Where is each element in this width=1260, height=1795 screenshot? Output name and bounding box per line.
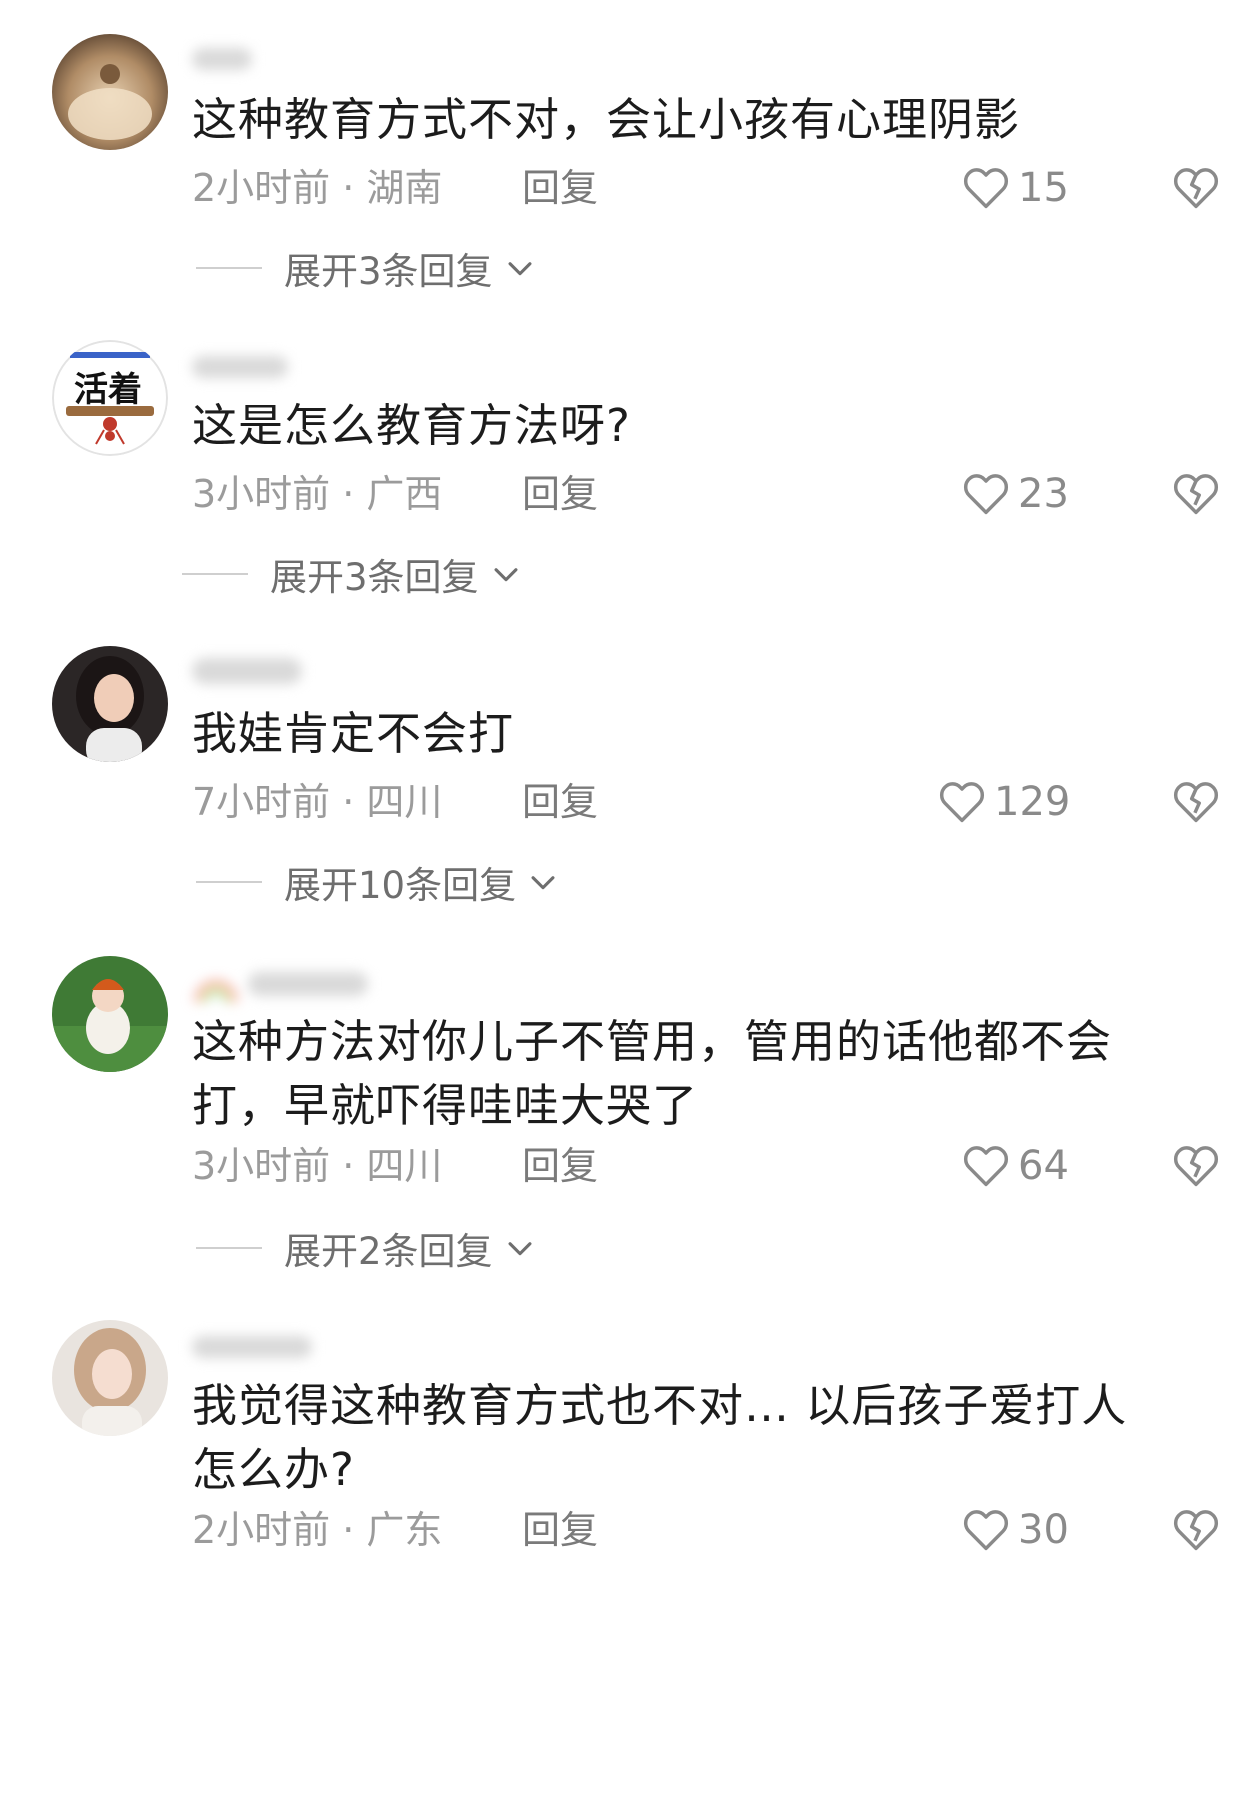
- broken-heart-icon: [1173, 782, 1219, 823]
- comment-text: 这种方法对你儿子不管用，管用的话他都不会 打，早就吓得哇哇大哭了: [192, 1010, 1192, 1138]
- comment-text-line: 打，早就吓得哇哇大哭了: [192, 1079, 699, 1132]
- username-blurred[interactable]: [192, 342, 382, 388]
- reply-button[interactable]: 回复: [522, 1136, 598, 1196]
- comment-text: 这是怎么教育方法呀?: [192, 399, 631, 452]
- comment-meta: 3小时前 · 广西 回复 23: [192, 464, 1222, 524]
- avatar[interactable]: [52, 34, 168, 150]
- comment-text-line: 这种方法对你儿子不管用，管用的话他都不会: [192, 1015, 1113, 1068]
- broken-heart-icon: [1173, 168, 1219, 209]
- avatar[interactable]: [52, 1320, 168, 1436]
- avatar[interactable]: 活着: [52, 340, 168, 456]
- heart-outline-icon: [963, 168, 1009, 209]
- comment-meta: 2小时前 · 湖南 回复 15: [192, 158, 1222, 218]
- dislike-button[interactable]: [1170, 1140, 1222, 1192]
- heart-outline-icon: [963, 1146, 1009, 1187]
- expand-replies-button[interactable]: 展开3条回复: [182, 544, 523, 604]
- username-blurred[interactable]: [192, 36, 382, 82]
- expand-replies-button[interactable]: 展开3条回复: [196, 238, 537, 298]
- broken-heart-icon: [1173, 474, 1219, 515]
- time-location: 7小时前 · 四川: [192, 780, 443, 824]
- expand-replies-button[interactable]: 展开2条回复: [196, 1218, 537, 1278]
- chevron-down-icon: [531, 876, 555, 890]
- like-button[interactable]: 129: [936, 772, 1070, 832]
- dislike-button[interactable]: [1170, 776, 1222, 828]
- username-blurred[interactable]: [192, 958, 382, 1004]
- rainbow-icon: [194, 980, 238, 1003]
- divider-line: [196, 267, 262, 269]
- expand-replies-button[interactable]: 展开10条回复: [196, 852, 560, 912]
- reply-button[interactable]: 回复: [522, 772, 598, 832]
- username-blurred[interactable]: [192, 1322, 382, 1368]
- heart-outline-icon: [963, 1510, 1009, 1551]
- like-count: 129: [994, 779, 1071, 825]
- comment-meta: 2小时前 · 广东 回复 30: [192, 1500, 1222, 1560]
- divider-line: [196, 881, 262, 883]
- like-button[interactable]: 23: [960, 464, 1069, 524]
- avatar[interactable]: [52, 646, 168, 762]
- comment-text-line: 我觉得这种教育方式也不对… 以后孩子爱打人: [192, 1379, 1128, 1432]
- reply-button[interactable]: 回复: [522, 158, 598, 218]
- avatar-logo-text: 活着: [74, 370, 142, 410]
- like-count: 64: [1018, 1143, 1069, 1189]
- comment-meta: 7小时前 · 四川 回复 129: [192, 772, 1222, 832]
- comment-text: 我觉得这种教育方式也不对… 以后孩子爱打人 怎么办?: [192, 1374, 1192, 1502]
- chevron-down-icon: [508, 262, 532, 276]
- expand-label: 展开10条回复: [284, 864, 517, 907]
- reply-button[interactable]: 回复: [522, 464, 598, 524]
- chevron-down-icon: [508, 1242, 532, 1256]
- comment-text-line: 怎么办?: [192, 1443, 355, 1496]
- expand-label: 展开2条回复: [284, 1230, 493, 1273]
- heart-outline-icon: [939, 782, 985, 823]
- expand-label: 展开3条回复: [270, 556, 479, 599]
- avatar[interactable]: [52, 956, 168, 1072]
- time-location: 3小时前 · 四川: [192, 1144, 443, 1188]
- like-button[interactable]: 15: [960, 158, 1069, 218]
- dislike-button[interactable]: [1170, 1504, 1222, 1556]
- broken-heart-icon: [1173, 1510, 1219, 1551]
- like-button[interactable]: 64: [960, 1136, 1069, 1196]
- like-button[interactable]: 30: [960, 1500, 1069, 1560]
- time-location: 3小时前 · 广西: [192, 472, 443, 516]
- dislike-button[interactable]: [1170, 468, 1222, 520]
- like-count: 15: [1018, 165, 1069, 211]
- like-count: 23: [1018, 471, 1069, 517]
- comment-text: 我娃肯定不会打: [192, 707, 515, 760]
- comment-meta: 3小时前 · 四川 回复 64: [192, 1136, 1222, 1196]
- comment-text: 这种教育方式不对，会让小孩有心理阴影: [192, 93, 1021, 146]
- like-count: 30: [1018, 1507, 1069, 1553]
- time-location: 2小时前 · 广东: [192, 1508, 443, 1552]
- expand-label: 展开3条回复: [284, 250, 493, 293]
- time-location: 2小时前 · 湖南: [192, 166, 443, 210]
- reply-button[interactable]: 回复: [522, 1500, 598, 1560]
- username-blurred[interactable]: [192, 648, 382, 694]
- divider-line: [182, 573, 248, 575]
- divider-line: [196, 1247, 262, 1249]
- chevron-down-icon: [494, 568, 518, 582]
- broken-heart-icon: [1173, 1146, 1219, 1187]
- dislike-button[interactable]: [1170, 162, 1222, 214]
- heart-outline-icon: [963, 474, 1009, 515]
